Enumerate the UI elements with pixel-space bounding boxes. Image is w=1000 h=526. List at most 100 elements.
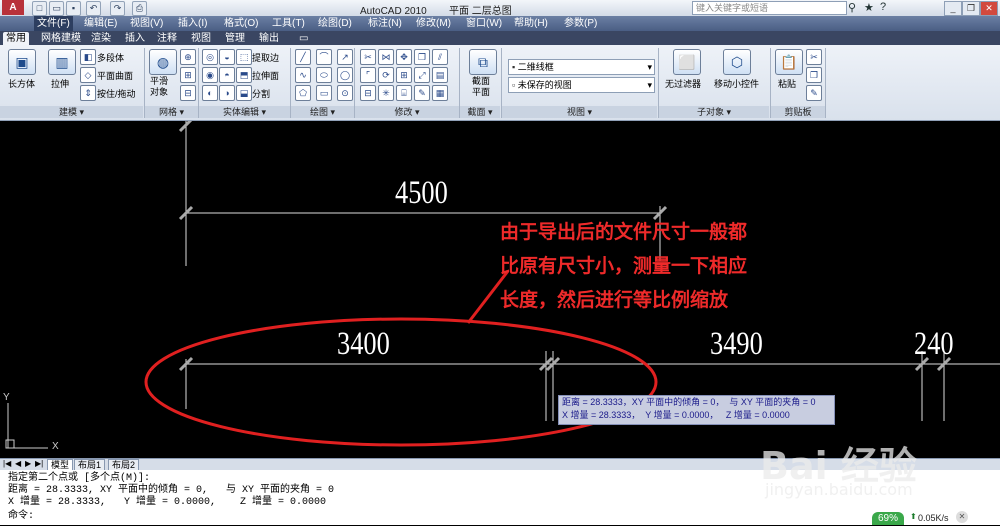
tab-nav-last-icon[interactable]: ▶| [35, 459, 43, 468]
panel-title-draw[interactable]: 绘图 ▾ [291, 106, 354, 118]
menu-edit[interactable]: 编辑(E) [84, 16, 117, 31]
panel-title-view[interactable]: 视图 ▾ [502, 106, 657, 118]
panel-title-solid-editing[interactable]: 实体编辑 ▾ [199, 106, 290, 118]
copy-icon[interactable]: ❐ [414, 49, 430, 65]
fillet-edge-icon[interactable]: ◓ [219, 67, 235, 83]
cut-icon[interactable]: ✂ [806, 49, 822, 65]
arc-icon[interactable]: ↗ [337, 49, 353, 65]
section-plane-icon[interactable]: ⧉ [469, 49, 497, 75]
move-gizmo-icon[interactable]: ⬡ [723, 49, 751, 75]
presspull-icon[interactable]: ⇕ [80, 85, 96, 101]
imprint-icon[interactable]: ◒ [219, 49, 235, 65]
chamfer-edge-icon[interactable]: ◑ [219, 85, 235, 101]
smooth-object-button[interactable]: 平滑 对象 [150, 76, 168, 98]
extract-edges-button[interactable]: 提取边 [252, 51, 279, 64]
subtract-icon[interactable]: ◉ [202, 67, 218, 83]
new-file-icon[interactable]: □ [32, 1, 47, 16]
align-icon[interactable]: ⊟ [360, 85, 376, 101]
menu-tools[interactable]: 工具(T) [272, 16, 305, 31]
polygon-icon[interactable]: ⬠ [295, 85, 311, 101]
union-icon[interactable]: ◎ [202, 49, 218, 65]
paste-icon[interactable]: 📋 [775, 49, 803, 75]
panel-title-section[interactable]: 截面 ▾ [460, 106, 500, 118]
polyline-icon[interactable]: ⌒ [316, 49, 332, 65]
intersect-icon[interactable]: ◐ [202, 85, 218, 101]
trim-icon[interactable]: ✂ [360, 49, 376, 65]
offset-icon[interactable]: ⫽ [432, 49, 448, 65]
communication-icon[interactable]: ★ [864, 1, 874, 14]
menu-window[interactable]: 窗口(W) [466, 16, 502, 31]
match-props-icon[interactable]: ✎ [806, 85, 822, 101]
menu-parameters[interactable]: 参数(P) [564, 16, 597, 31]
named-view-select[interactable]: ▫ 未保存的视图 ▾ [508, 77, 655, 93]
tab-mesh-modeling[interactable]: 网格建模 [38, 32, 84, 45]
planar-surface-icon[interactable]: ◇ [80, 67, 96, 83]
help-search-input[interactable]: 键入关键字或短语 [692, 1, 847, 15]
separate-icon[interactable]: ⬓ [236, 85, 252, 101]
presspull-button[interactable]: 按住/拖动 [97, 87, 136, 100]
menu-help[interactable]: 帮助(H) [514, 16, 548, 31]
planar-surface-button[interactable]: 平面曲面 [97, 69, 133, 82]
mesh-tool-2-icon[interactable]: ⊞ [180, 67, 196, 83]
move-gizmo-button[interactable]: 移动小控件 [714, 77, 759, 90]
erase-icon[interactable]: ▦ [432, 85, 448, 101]
box-icon[interactable]: ▣ [8, 49, 36, 75]
tab-view[interactable]: 视图 [188, 32, 214, 45]
tab-manage[interactable]: 管理 [222, 32, 248, 45]
ellipse-icon[interactable]: ⬭ [316, 67, 332, 83]
box-button[interactable]: 长方体 [8, 77, 35, 90]
menu-format[interactable]: 格式(O) [224, 16, 258, 31]
no-filter-icon[interactable]: ⬜ [673, 49, 701, 75]
polysolid-icon[interactable]: ◧ [80, 49, 96, 65]
join-icon[interactable]: ⌸ [396, 85, 412, 101]
extrude-faces-icon[interactable]: ⬒ [236, 67, 252, 83]
panel-title-modify[interactable]: 修改 ▾ [355, 106, 459, 118]
mirror-icon[interactable]: ⋈ [378, 49, 394, 65]
restore-button[interactable]: ❐ [962, 1, 980, 16]
mesh-tool-3-icon[interactable]: ⊟ [180, 85, 196, 101]
app-logo-icon[interactable]: A [2, 0, 24, 15]
menu-dimension[interactable]: 标注(N) [368, 16, 402, 31]
tab-annotate[interactable]: 注释 [154, 32, 180, 45]
section-plane-button[interactable]: 截面 平面 [472, 76, 490, 98]
spline-icon[interactable]: ∿ [295, 67, 311, 83]
minimize-button[interactable]: _ [944, 1, 962, 16]
match-properties-icon[interactable]: ✎ [414, 85, 430, 101]
status-close-icon[interactable]: ✕ [956, 511, 968, 523]
menu-insert[interactable]: 插入(I) [178, 16, 207, 31]
menu-view[interactable]: 视图(V) [130, 16, 163, 31]
mesh-tool-1-icon[interactable]: ⊕ [180, 49, 196, 65]
no-filter-button[interactable]: 无过滤器 [665, 77, 701, 90]
save-icon[interactable]: ▪ [66, 1, 81, 16]
scale-icon[interactable]: ⤢ [414, 67, 430, 83]
extrude-icon[interactable]: ▥ [48, 49, 76, 75]
tab-nav-prev-icon[interactable]: ◀ [15, 459, 21, 468]
redo-icon[interactable]: ↷ [110, 1, 125, 16]
rotate-icon[interactable]: ⟳ [378, 67, 394, 83]
tab-render[interactable]: 渲染 [88, 32, 114, 45]
panel-title-mesh[interactable]: 网格 ▾ [145, 106, 198, 118]
menu-modify[interactable]: 修改(M) [416, 16, 451, 31]
extract-edges-icon[interactable]: ⬚ [236, 49, 252, 65]
array-icon[interactable]: ⊞ [396, 67, 412, 83]
move-icon[interactable]: ✥ [396, 49, 412, 65]
stretch-icon[interactable]: ▤ [432, 67, 448, 83]
panel-title-modeling[interactable]: 建模 ▾ [0, 106, 143, 118]
search-icon[interactable]: ⚲ [848, 1, 856, 14]
rectangle-icon[interactable]: ▭ [316, 85, 332, 101]
explode-icon[interactable]: ✳ [378, 85, 394, 101]
menu-file[interactable]: 文件(F) [34, 16, 73, 31]
plot-icon[interactable]: ⎙ [132, 1, 147, 16]
copy-clip-icon[interactable]: ❐ [806, 67, 822, 83]
undo-icon[interactable]: ↶ [86, 1, 101, 16]
tab-output[interactable]: 输出 [256, 32, 282, 45]
command-prompt[interactable]: 命令: [8, 511, 34, 523]
tab-insert[interactable]: 插入 [122, 32, 148, 45]
tab-nav-first-icon[interactable]: |◀ [3, 459, 11, 468]
help-icon[interactable]: ? [880, 1, 886, 13]
smooth-object-icon[interactable]: ◍ [149, 49, 177, 75]
ribbon-toggle-icon[interactable]: ▭ [296, 32, 311, 45]
polysolid-button[interactable]: 多段体 [97, 51, 124, 64]
hatch-icon[interactable]: ⊙ [337, 85, 353, 101]
close-button[interactable]: ✕ [980, 1, 998, 16]
